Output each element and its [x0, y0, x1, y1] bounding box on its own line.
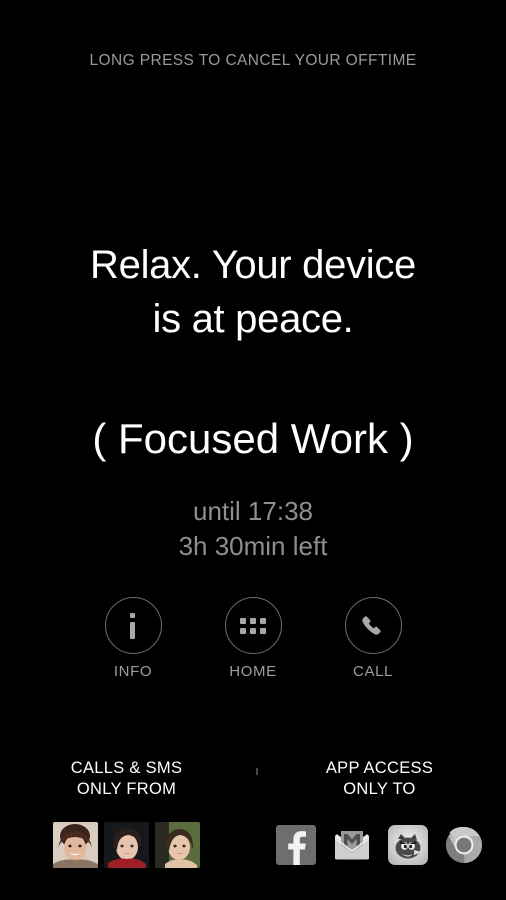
main-message: Relax. Your device is at peace. [0, 238, 506, 346]
call-button[interactable]: CALL [332, 597, 414, 680]
home-button-label: HOME [229, 663, 277, 680]
main-message-line-1: Relax. Your device [90, 243, 416, 287]
contact-avatar-1[interactable] [53, 822, 98, 868]
time-remaining: 3h 30min left [178, 531, 328, 561]
until-time: until 17:38 [193, 496, 313, 526]
offtime-lock-screen[interactable]: LONG PRESS TO CANCEL YOUR OFFTIME Relax.… [0, 0, 506, 900]
contact-avatar-3[interactable] [155, 822, 200, 868]
info-button-label: INFO [113, 663, 153, 680]
contact-avatar-2[interactable] [104, 822, 149, 868]
info-button-circle [104, 597, 162, 654]
call-button-circle [344, 597, 402, 654]
gmail-icon[interactable] [331, 822, 373, 868]
app-grid-icon [240, 617, 266, 634]
action-row: INFO HOME CALL [0, 597, 506, 680]
long-press-hint: LONG PRESS TO CANCEL YOUR OFFTIME [89, 52, 417, 69]
call-button-label: CALL [353, 663, 393, 680]
apps-title-line-2: ONLY TO [343, 780, 416, 798]
info-button[interactable]: INFO [92, 597, 174, 680]
contacts-title-line-2: ONLY FROM [76, 780, 177, 798]
home-button-circle [224, 597, 282, 654]
profile-name: ( Focused Work ) [92, 415, 414, 462]
allowlist-section: CALLS & SMS ONLY FROM APP ACCESS ONLY TO [0, 758, 506, 868]
contacts-column-title: CALLS & SMS ONLY FROM [0, 758, 253, 800]
angry-birds-icon[interactable] [387, 822, 429, 868]
timing-block: until 17:38 3h 30min left [0, 494, 506, 564]
home-button[interactable]: HOME [212, 597, 294, 680]
allowlist-titles: CALLS & SMS ONLY FROM APP ACCESS ONLY TO [0, 758, 506, 800]
allowed-app-list [253, 822, 506, 868]
chrome-icon[interactable] [443, 822, 485, 868]
apps-column-title: APP ACCESS ONLY TO [253, 758, 506, 800]
contacts-title-line-1: CALLS & SMS [70, 759, 183, 777]
info-icon [130, 612, 136, 639]
contact-avatar-list [0, 822, 253, 868]
facebook-icon[interactable] [275, 822, 317, 868]
phone-icon [360, 613, 386, 639]
apps-title-line-1: APP ACCESS [325, 759, 434, 777]
main-message-line-2: is at peace. [152, 297, 354, 341]
column-divider [256, 768, 258, 775]
